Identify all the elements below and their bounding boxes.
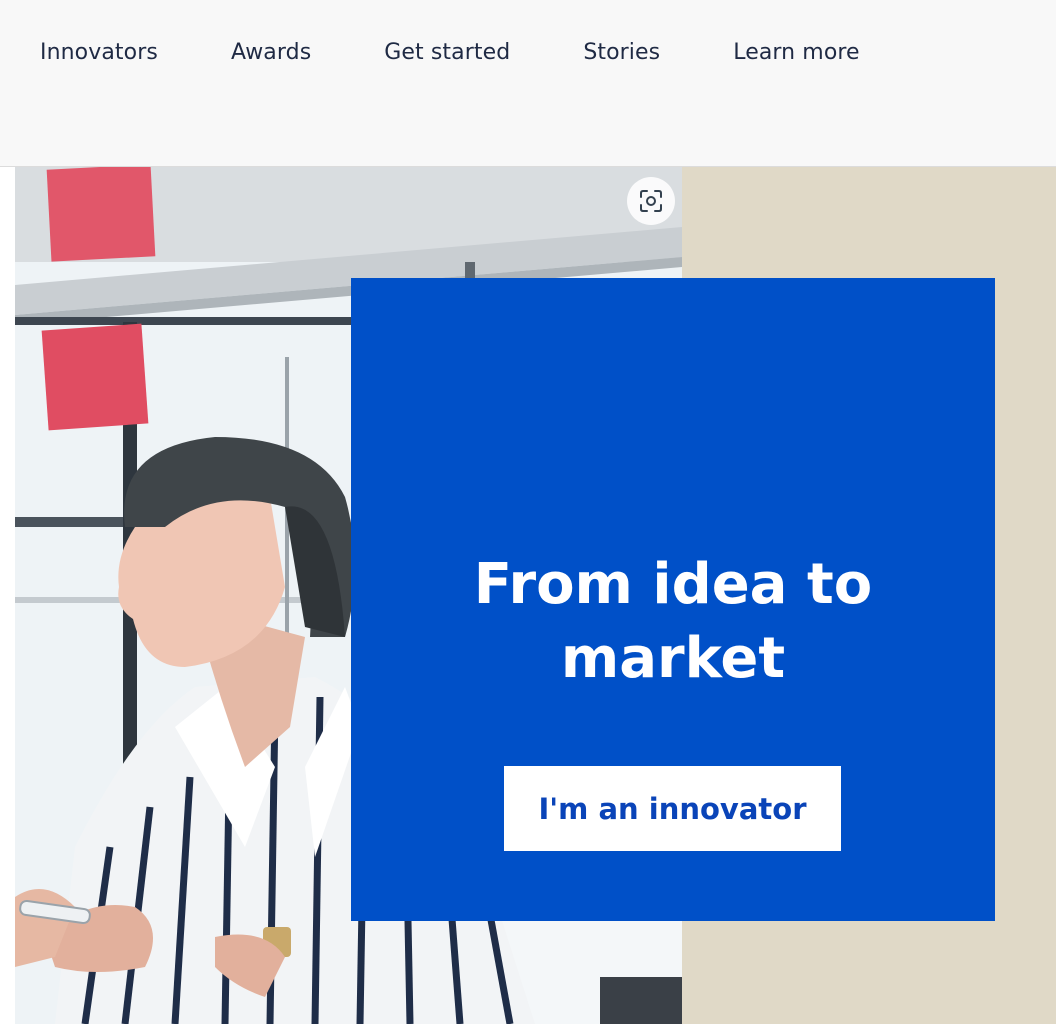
nav-item-learn-more[interactable]: Learn more [733, 40, 859, 65]
nav-list: Innovators Awards Get started Stories Le… [40, 40, 933, 65]
nav-item-awards[interactable]: Awards [231, 40, 311, 65]
page: Innovators Awards Get started Stories Le… [0, 0, 1056, 1024]
hero-title: From idea to market [473, 552, 873, 691]
top-navigation: Innovators Awards Get started Stories Le… [0, 0, 1056, 167]
hero-card: From idea to market I'm an innovator [351, 278, 995, 921]
nav-item-stories[interactable]: Stories [583, 40, 660, 65]
nav-item-innovators[interactable]: Innovators [40, 40, 158, 65]
innovator-button[interactable]: I'm an innovator [504, 766, 841, 851]
hero-gutter [0, 167, 15, 1024]
hero-section: From idea to market I'm an innovator [0, 167, 1056, 1024]
visual-search-button[interactable] [627, 177, 675, 225]
nav-item-get-started[interactable]: Get started [384, 40, 510, 65]
visual-search-icon [640, 190, 662, 212]
